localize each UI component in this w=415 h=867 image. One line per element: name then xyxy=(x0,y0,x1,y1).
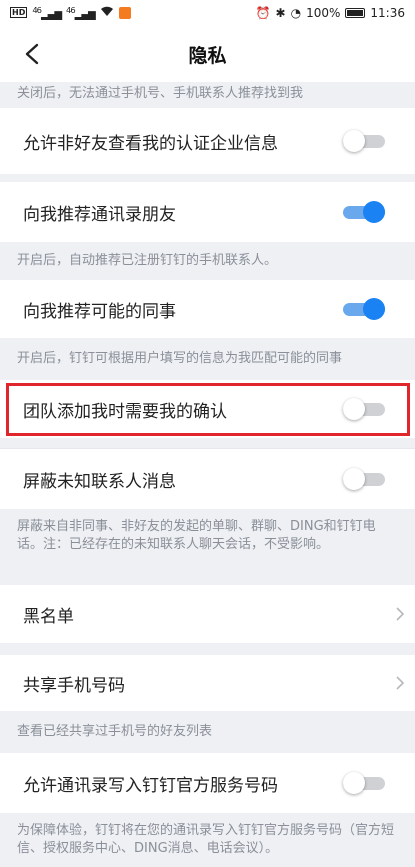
speed-icon: ◔ xyxy=(290,6,302,20)
block-unknown-toggle[interactable] xyxy=(343,468,385,490)
enterprise-info-toggle[interactable] xyxy=(343,130,385,152)
share-phone-row[interactable]: 共享手机号码 xyxy=(0,655,415,711)
setting-label: 允许非好友查看我的认证企业信息 xyxy=(23,133,278,154)
setting-label: 屏蔽未知联系人消息 xyxy=(23,471,176,492)
recommend-colleagues-toggle[interactable] xyxy=(343,298,385,320)
signal-icon: 46▂▄▆ xyxy=(32,5,62,21)
wifi-icon xyxy=(100,6,114,20)
setting-label: 团队添加我时需要我的确认 xyxy=(23,401,227,422)
chevron-left-icon xyxy=(25,43,39,65)
note-top: 关闭后，无法通过手机号、手机联系人推荐找到我 xyxy=(0,82,415,108)
write-official-toggle[interactable] xyxy=(343,772,385,794)
bluetooth-icon: ✱ xyxy=(275,6,286,20)
note-colleagues: 开启后，钉钉可根据用户填写的信息为我匹配可能的同事 xyxy=(0,338,415,380)
signal-icon-2: 46▂▄▆ xyxy=(66,5,96,21)
setting-recommend-contacts: 向我推荐通讯录朋友 xyxy=(0,182,415,242)
battery-percent: 100% xyxy=(306,6,341,20)
hd-badge: HD xyxy=(10,7,28,19)
note-contacts: 开启后，自动推荐已注册钉钉的手机联系人。 xyxy=(0,242,415,280)
setting-block-unknown: 屏蔽未知联系人消息 xyxy=(0,449,415,509)
status-bar: HD 46▂▄▆ 46▂▄▆ ⏰ ✱ ◔ 100% 11:36 xyxy=(0,0,415,26)
clock: 11:36 xyxy=(370,6,405,20)
note-share-phone: 查看已经共享过手机号的好友列表 xyxy=(0,711,415,753)
note-bottom: 为保障体验，钉钉将在您的通讯录写入钉钉官方服务号码（官方短信、授权服务中心、DI… xyxy=(0,813,415,867)
nav-bar: 隐私 xyxy=(0,26,415,82)
chevron-right-icon xyxy=(396,676,405,690)
recommend-contacts-toggle[interactable] xyxy=(343,201,385,223)
team-confirm-toggle[interactable] xyxy=(343,398,385,420)
blacklist-row[interactable]: 黑名单 xyxy=(0,585,415,643)
setting-recommend-colleagues: 向我推荐可能的同事 xyxy=(0,280,415,338)
chevron-right-icon xyxy=(396,607,405,621)
page-title: 隐私 xyxy=(188,44,227,67)
setting-label: 向我推荐通讯录朋友 xyxy=(23,204,176,225)
setting-enterprise-info: 允许非好友查看我的认证企业信息 xyxy=(0,108,415,174)
alarm-icon: ⏰ xyxy=(255,6,271,20)
setting-team-confirm: 团队添加我时需要我的确认 xyxy=(0,380,415,438)
setting-label: 允许通讯录写入钉钉官方服务号码 xyxy=(23,775,278,796)
setting-label: 黑名单 xyxy=(23,606,74,627)
setting-write-official: 允许通讯录写入钉钉官方服务号码 xyxy=(0,753,415,813)
battery-icon xyxy=(345,8,366,18)
back-button[interactable] xyxy=(14,36,50,72)
app-notification-icon xyxy=(118,6,131,19)
setting-label: 共享手机号码 xyxy=(23,675,125,696)
note-unknown: 屏蔽来自非同事、非好友的发起的单聊、群聊、DING和钉钉电话。注：已经存在的未知… xyxy=(0,509,415,585)
setting-label: 向我推荐可能的同事 xyxy=(23,301,176,322)
